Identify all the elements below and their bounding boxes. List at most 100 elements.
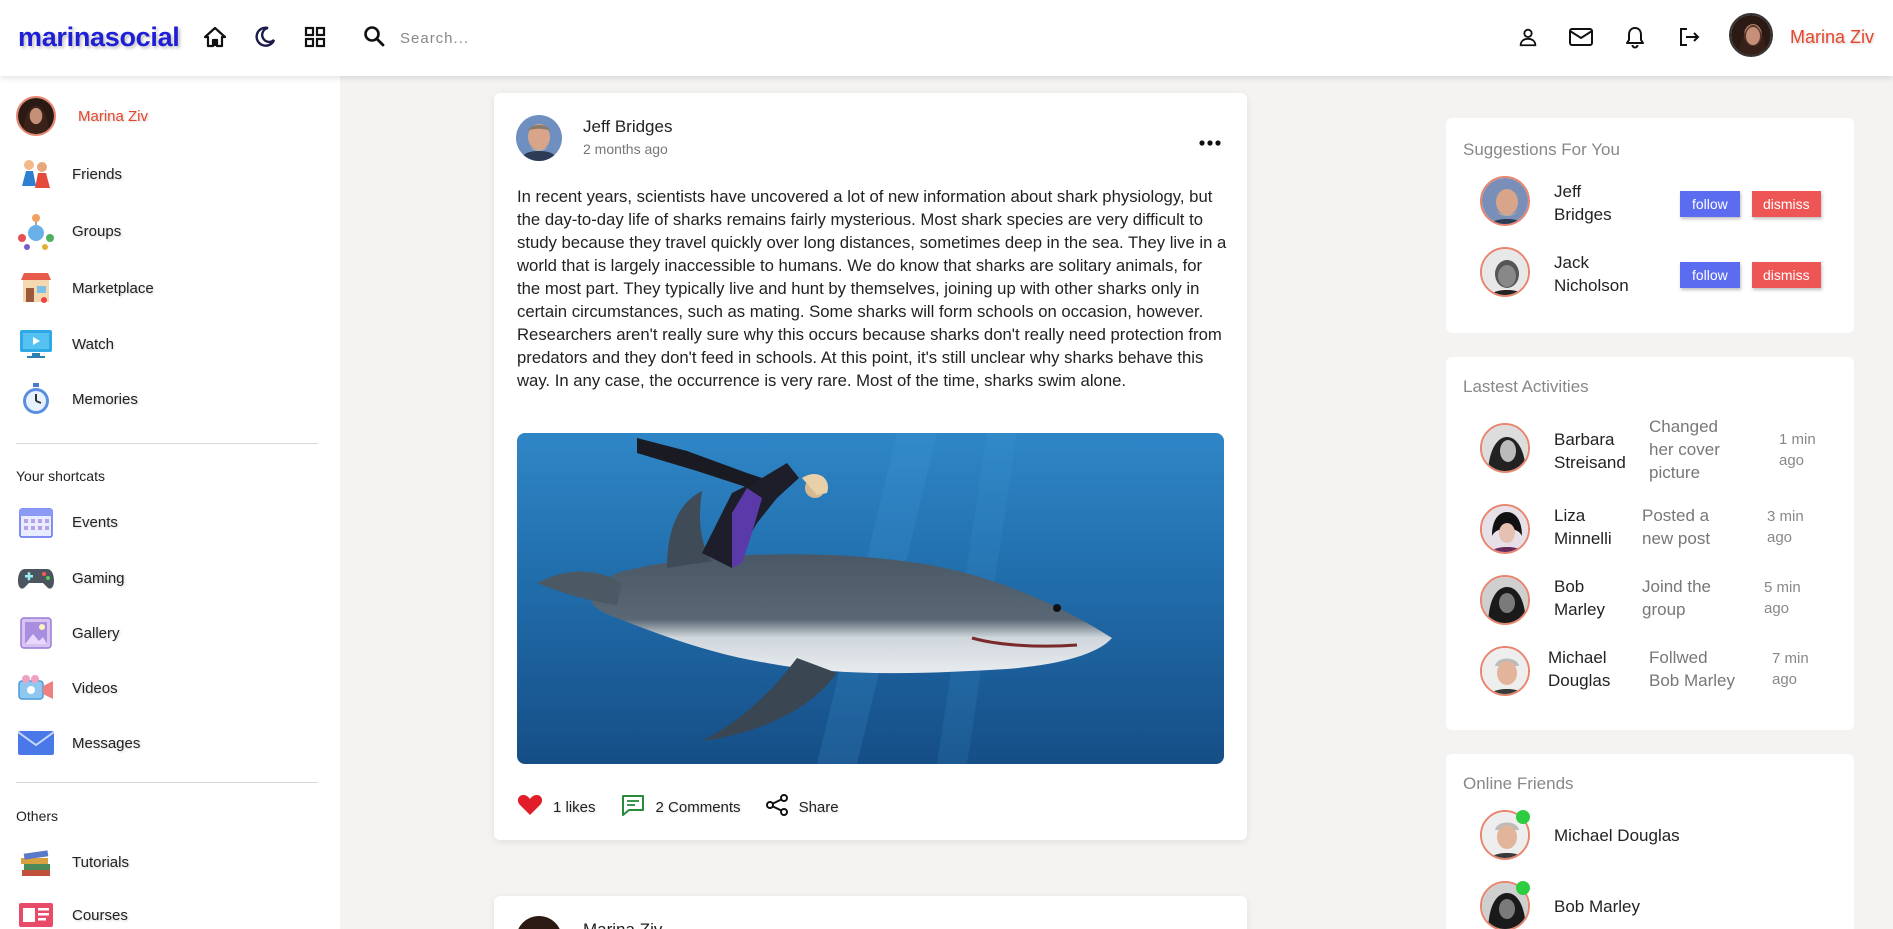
post-image[interactable] <box>517 433 1224 764</box>
sidebar-item-label: Marketplace <box>72 279 154 297</box>
sidebar-item-courses[interactable]: Courses <box>16 895 128 929</box>
follow-button[interactable]: follow <box>1680 191 1740 217</box>
suggestions-panel: Suggestions For You Jeff Bridges follow … <box>1446 118 1854 333</box>
name-line: Marley <box>1554 600 1606 619</box>
top-navbar: marinasocial Marina Ziv <box>0 0 1893 76</box>
sidebar-item-gaming[interactable]: Gaming <box>16 558 125 598</box>
tutorials-icon <box>16 842 56 882</box>
activity-user-name[interactable]: Bob Marley <box>1554 575 1605 621</box>
like-button[interactable]: 1 likes <box>517 793 596 822</box>
sidebar-item-label: Messages <box>72 734 141 752</box>
name-line: Liza <box>1554 506 1586 525</box>
sidebar-item-label: Memories <box>72 390 138 408</box>
sidebar-item-tutorials[interactable]: Tutorials <box>16 842 129 882</box>
name-line: Jeff <box>1554 182 1582 201</box>
sidebar-item-label: Gallery <box>72 624 120 642</box>
post-body-text: In recent years, scientists have uncover… <box>517 187 1227 390</box>
groups-icon <box>16 211 56 251</box>
online-status-dot <box>1516 810 1530 824</box>
sidebar-item-messages[interactable]: Messages <box>16 723 140 763</box>
heart-icon <box>517 793 543 822</box>
activity-user-name[interactable]: Michael Douglas <box>1548 646 1610 692</box>
online-status-dot <box>1516 881 1530 895</box>
search-input[interactable] <box>400 29 700 47</box>
dismiss-button[interactable]: dismiss <box>1752 262 1821 288</box>
time-line: 5 min <box>1764 579 1801 596</box>
comments-button[interactable]: 2 Comments <box>620 793 741 822</box>
activity-avatar[interactable] <box>1480 575 1530 625</box>
suggestions-title: Suggestions For You <box>1463 140 1620 159</box>
activity-line: group <box>1642 600 1686 619</box>
name-line: Nicholson <box>1554 276 1629 295</box>
activity-avatar[interactable] <box>1480 504 1530 554</box>
user-name-link[interactable]: Marina Ziv <box>1790 27 1874 48</box>
profile-avatar <box>16 96 56 136</box>
name-line: Jack <box>1554 253 1589 272</box>
online-friend-name[interactable]: Michael Douglas <box>1554 824 1680 847</box>
activity-description: Follwed Bob Marley <box>1649 646 1735 692</box>
share-label: Share <box>798 799 839 816</box>
notification-bell-icon[interactable] <box>1620 22 1650 52</box>
post-timestamp: 2 months ago <box>583 141 668 157</box>
watch-icon <box>16 324 56 364</box>
name-line: Michael <box>1548 648 1607 667</box>
suggestion-name[interactable]: Jeff Bridges <box>1554 180 1612 226</box>
activity-avatar[interactable] <box>1480 423 1530 473</box>
sidebar-item-groups[interactable]: Groups <box>16 211 121 251</box>
home-icon[interactable] <box>200 22 230 52</box>
more-options-icon[interactable] <box>1199 133 1221 151</box>
suggestion-avatar[interactable] <box>1480 176 1530 226</box>
follow-button[interactable]: follow <box>1680 262 1740 288</box>
app-logo[interactable]: marinasocial <box>18 22 180 53</box>
sidebar-item-label: Tutorials <box>72 853 129 871</box>
activity-time: 1 min ago <box>1779 429 1816 471</box>
sidebar-divider <box>16 782 318 783</box>
sidebar-item-videos[interactable]: Videos <box>16 668 118 708</box>
post-author-avatar[interactable] <box>516 115 562 161</box>
sidebar-item-marketplace[interactable]: Marketplace <box>16 268 154 308</box>
name-line: Bridges <box>1554 205 1612 224</box>
sidebar-item-gallery[interactable]: Gallery <box>16 613 120 653</box>
profile-person-icon[interactable] <box>1513 22 1543 52</box>
post-author-avatar[interactable] <box>516 916 562 929</box>
sidebar-item-friends[interactable]: Friends <box>16 154 122 194</box>
activities-title: Lastest Activities <box>1463 377 1589 396</box>
activity-user-name[interactable]: Liza Minnelli <box>1554 504 1612 550</box>
dark-mode-moon-icon[interactable] <box>250 22 280 52</box>
sidebar-item-label: Friends <box>72 165 123 183</box>
sidebar-divider <box>16 443 318 444</box>
sidebar-item-watch[interactable]: Watch <box>16 324 114 364</box>
activity-user-name[interactable]: Barbara Streisand <box>1554 428 1626 474</box>
courses-icon <box>16 895 56 929</box>
mail-icon[interactable] <box>1566 22 1596 52</box>
share-icon <box>765 793 789 822</box>
activity-description: Joind the group <box>1642 575 1711 621</box>
activity-line: Posted a <box>1642 506 1710 525</box>
share-button[interactable]: Share <box>765 793 839 822</box>
name-line: Bob <box>1554 577 1585 596</box>
search-icon[interactable] <box>362 24 386 53</box>
events-icon <box>16 502 56 542</box>
activities-panel: Lastest Activities Barbara Streisand Cha… <box>1446 357 1854 730</box>
dismiss-button[interactable]: dismiss <box>1752 191 1821 217</box>
apps-grid-icon[interactable] <box>300 22 330 52</box>
sidebar-item-memories[interactable]: Memories <box>16 379 138 419</box>
suggestion-avatar[interactable] <box>1480 247 1530 297</box>
activity-time: 3 min ago <box>1767 506 1804 548</box>
activity-avatar[interactable] <box>1480 646 1530 696</box>
logout-icon[interactable] <box>1674 22 1704 52</box>
sidebar-item-label: Gaming <box>72 569 125 587</box>
sidebar-item-events[interactable]: Events <box>16 502 118 542</box>
post-author-name[interactable]: Marina Ziv <box>583 920 662 929</box>
post-author-name[interactable]: Jeff Bridges <box>583 117 672 137</box>
suggestion-name[interactable]: Jack Nicholson <box>1554 251 1629 297</box>
others-heading: Others <box>16 808 59 824</box>
online-friend-name[interactable]: Bob Marley <box>1554 895 1640 918</box>
time-line: ago <box>1779 452 1805 469</box>
user-avatar[interactable] <box>1729 13 1773 57</box>
sidebar-profile[interactable]: Marina Ziv <box>16 96 148 136</box>
activity-description: Changed her cover picture <box>1649 415 1720 484</box>
likes-count: 1 likes <box>553 799 596 816</box>
name-line: Douglas <box>1548 671 1611 690</box>
post-card: Marina Ziv <box>494 896 1247 929</box>
